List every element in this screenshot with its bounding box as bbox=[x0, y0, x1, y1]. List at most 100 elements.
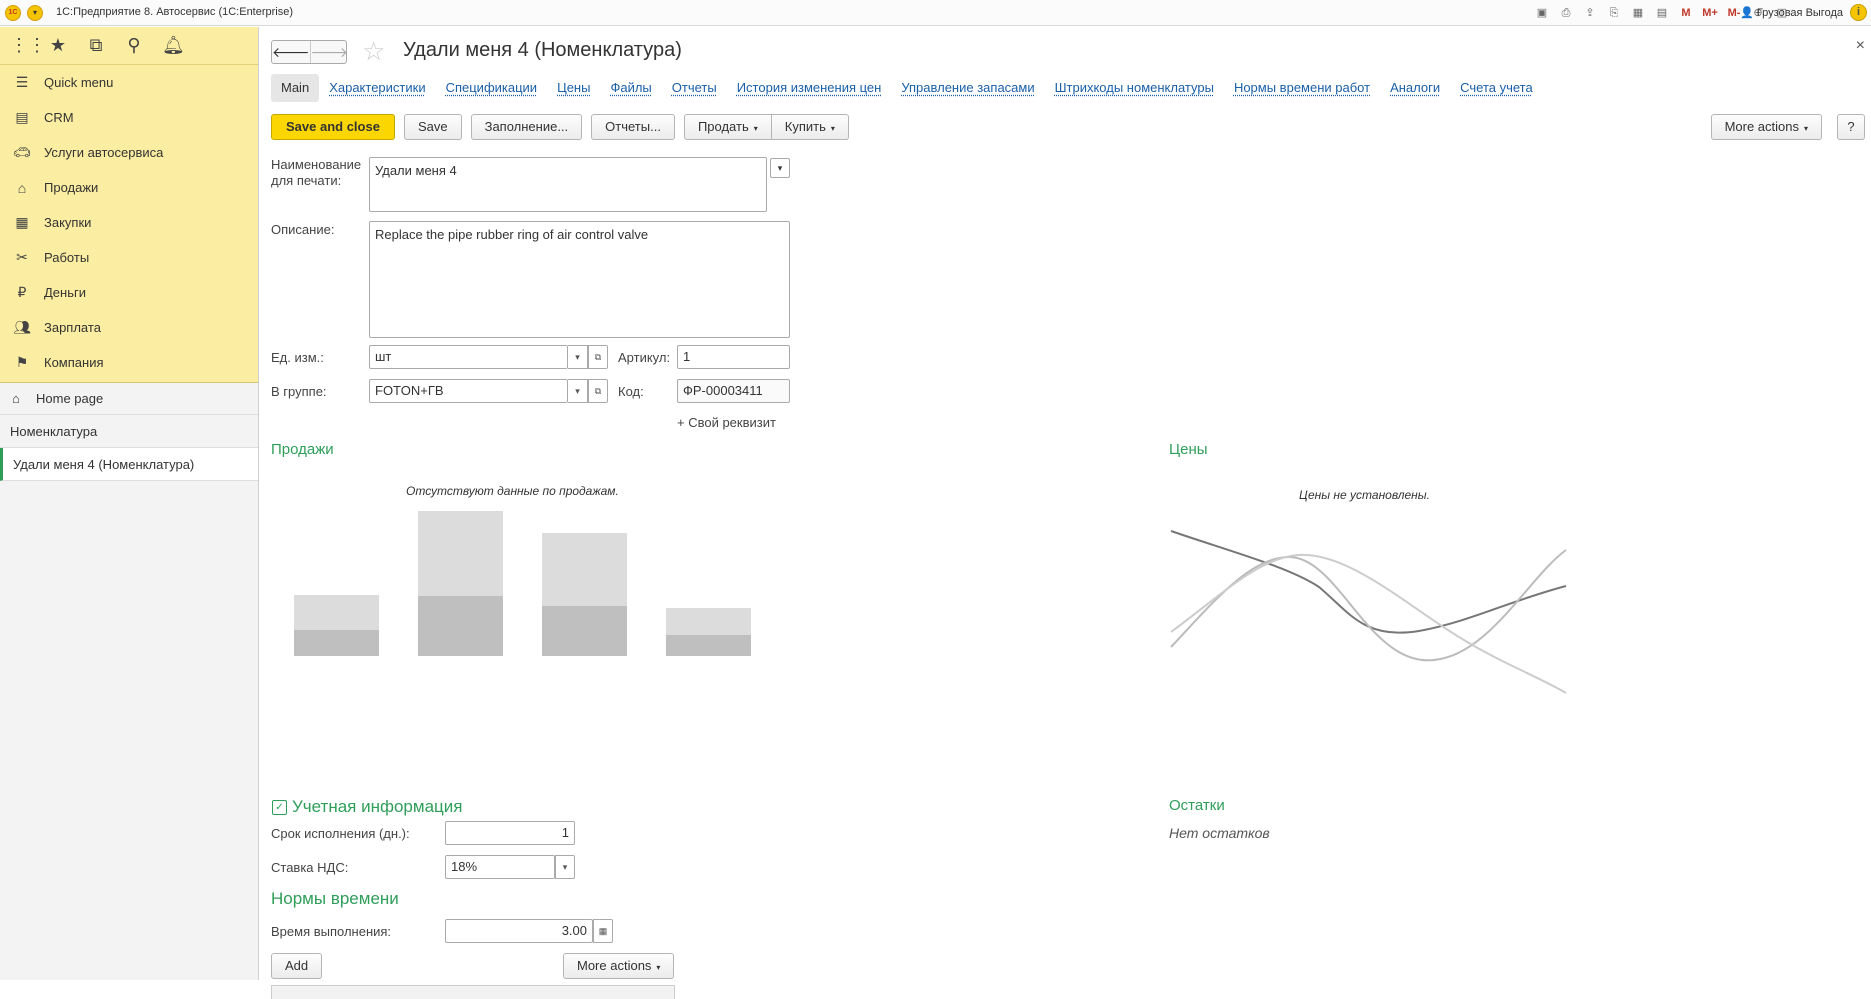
sidebar-item-label: Зарплата bbox=[44, 320, 101, 335]
print-name-field[interactable]: Удали меня 4 bbox=[369, 157, 767, 212]
sales-section-title: Продажи bbox=[271, 441, 334, 458]
bar-1-bottom bbox=[294, 630, 379, 656]
nav-buttons: 🡐 🡒 bbox=[271, 40, 348, 64]
favorite-star-icon[interactable]: ☆ bbox=[362, 36, 385, 67]
people-icon: 👥︎ bbox=[13, 319, 31, 335]
group-open-icon[interactable]: ⧉ bbox=[588, 379, 608, 403]
code-field[interactable]: ФР-00003411 bbox=[677, 379, 790, 403]
sidebar-item-salary[interactable]: 👥︎ Зарплата bbox=[0, 310, 258, 345]
time-norms-more-actions-button[interactable]: More actions ▾ bbox=[563, 953, 675, 979]
group-field[interactable]: FOTON+ГВ bbox=[369, 379, 568, 403]
save-and-close-button[interactable]: Save and close bbox=[271, 114, 395, 140]
sidebar-item-label: Закупки bbox=[44, 215, 92, 230]
description-label: Описание: bbox=[271, 222, 335, 237]
sidebar: ⋮⋮ ★ ⧉ ⚲ 🔔︎ ☰ Quick menu ▤ CRM 🚗︎ Услуги ав… bbox=[0, 27, 259, 980]
history-icon[interactable]: ⧉ bbox=[86, 35, 106, 56]
user-name[interactable]: 👤 Грузовая Выгода bbox=[1740, 6, 1843, 19]
fill-button[interactable]: Заполнение... bbox=[470, 114, 583, 140]
chevron-down-icon: ▾ bbox=[1803, 124, 1808, 133]
forward-arrow-icon[interactable]: 🡒 bbox=[309, 41, 348, 63]
calendar-icon[interactable]: ▤ bbox=[1653, 4, 1671, 22]
sidebar-item-money[interactable]: ₽ Деньги bbox=[0, 275, 258, 310]
unit-dropdown-icon[interactable]: ▾ bbox=[568, 345, 588, 369]
tab-analogs[interactable]: Аналоги bbox=[1380, 74, 1450, 102]
sidebar-item-works[interactable]: ✂ Работы bbox=[0, 240, 258, 275]
tab-main[interactable]: Main bbox=[271, 74, 320, 102]
print-icon[interactable]: ⎙ bbox=[1557, 4, 1575, 22]
tab-specifications[interactable]: Спецификации bbox=[436, 74, 548, 102]
bar-2-bottom bbox=[418, 596, 503, 656]
tab-barcodes[interactable]: Штрихкоды номенклатуры bbox=[1045, 74, 1224, 102]
article-field[interactable]: 1 bbox=[677, 345, 790, 369]
sidebar-opened-current[interactable]: Удали меня 4 (Номенклатура) bbox=[0, 448, 258, 481]
sidebar-item-company[interactable]: ⚑ Компания bbox=[0, 345, 258, 380]
help-button[interactable]: ? bbox=[1837, 114, 1865, 140]
print-name-dropdown-icon[interactable]: ▾ bbox=[770, 158, 790, 178]
tab-reports[interactable]: Отчеты bbox=[662, 74, 727, 102]
sell-label: Продать bbox=[697, 119, 749, 134]
tab-price-history[interactable]: История изменения цен bbox=[727, 74, 892, 102]
chevron-down-icon: ▾ bbox=[656, 963, 661, 972]
home-label: Home page bbox=[36, 391, 104, 406]
time-norms-title: Нормы времени bbox=[271, 889, 399, 908]
accounting-section-title[interactable]: Учетная информация bbox=[292, 797, 462, 817]
shop-icon: ⌂ bbox=[17, 179, 27, 196]
add-button[interactable]: Add bbox=[271, 953, 323, 979]
sidebar-item-label: Работы bbox=[44, 250, 90, 265]
time-field[interactable]: 3.00 bbox=[445, 919, 593, 943]
calculator-icon[interactable]: ▦ bbox=[593, 919, 613, 943]
more-actions-button[interactable]: More actions ▾ bbox=[1710, 114, 1822, 140]
sidebar-item-crm[interactable]: ▤ CRM bbox=[0, 100, 258, 135]
info-icon[interactable]: i bbox=[1850, 4, 1867, 21]
unit-open-icon[interactable]: ⧉ bbox=[588, 345, 608, 369]
buy-label: Купить bbox=[784, 119, 826, 134]
favorites-star-icon[interactable]: ★ bbox=[48, 35, 68, 56]
apps-grid-icon[interactable]: ⋮⋮ bbox=[10, 35, 46, 56]
tab-accounts[interactable]: Счета учета bbox=[1450, 74, 1543, 102]
tab-files[interactable]: Файлы bbox=[600, 74, 661, 102]
unit-field[interactable]: шт bbox=[369, 345, 568, 369]
description-field[interactable]: Replace the pipe rubber ring of air cont… bbox=[369, 221, 790, 338]
bar-3-top bbox=[542, 533, 627, 606]
save-button[interactable]: Save bbox=[403, 114, 462, 140]
sidebar-home-page[interactable]: ⌂ Home page bbox=[0, 382, 258, 415]
sidebar-toolbar: ⋮⋮ ★ ⧉ ⚲ 🔔︎ bbox=[0, 27, 258, 65]
sidebar-item-sales[interactable]: ⌂ Продажи bbox=[0, 170, 258, 205]
search-icon[interactable]: ⚲ bbox=[124, 35, 144, 56]
close-icon[interactable]: × bbox=[1856, 37, 1865, 55]
reports-button[interactable]: Отчеты... bbox=[591, 114, 675, 140]
memory-m-plus-button[interactable]: M+ bbox=[1701, 4, 1719, 22]
tab-time-norms[interactable]: Нормы времени работ bbox=[1224, 74, 1380, 102]
buy-button[interactable]: Купить ▾ bbox=[771, 114, 849, 140]
print-preview-icon[interactable]: ⎘ bbox=[1605, 4, 1623, 22]
save-icon[interactable]: ▣ bbox=[1533, 4, 1551, 22]
sidebar-opened-nomenclature[interactable]: Номенклатура bbox=[0, 415, 258, 448]
app-logo-icon[interactable]: 1С bbox=[5, 5, 21, 21]
memory-m-button[interactable]: M bbox=[1677, 4, 1695, 22]
tab-prices[interactable]: Цены bbox=[547, 74, 600, 102]
collapse-toggle-icon[interactable]: ✓ bbox=[272, 800, 287, 815]
sell-button[interactable]: Продать ▾ bbox=[683, 114, 772, 140]
main-menu-dropdown-icon[interactable]: ▾ bbox=[27, 5, 43, 21]
sidebar-item-quick-menu[interactable]: ☰ Quick menu bbox=[0, 65, 258, 100]
term-field[interactable]: 1 bbox=[445, 821, 575, 845]
vat-dropdown-icon[interactable]: ▾ bbox=[555, 855, 575, 879]
sidebar-item-label: CRM bbox=[44, 110, 74, 125]
calculator-icon[interactable]: ▦ bbox=[1629, 4, 1647, 22]
add-attribute-link[interactable]: + Свой реквизит bbox=[677, 415, 776, 430]
command-bar: Save and close Save Заполнение... Отчеты… bbox=[271, 114, 849, 140]
form-title: Удали меня 4 (Номенклатура) bbox=[403, 39, 682, 61]
price-line-1 bbox=[1170, 530, 1567, 634]
app-title: 1С:Предприятие 8. Автосервис (1С:Enterpr… bbox=[56, 6, 294, 18]
group-dropdown-icon[interactable]: ▾ bbox=[568, 379, 588, 403]
upload-icon[interactable]: ⇪ bbox=[1581, 4, 1599, 22]
back-arrow-icon[interactable]: 🡐 bbox=[272, 41, 310, 63]
sidebar-item-purchases[interactable]: ▦ Закупки bbox=[0, 205, 258, 240]
tab-inventory[interactable]: Управление запасами bbox=[891, 74, 1044, 102]
bell-icon[interactable]: 🔔︎ bbox=[162, 35, 185, 56]
sidebar-item-car-service[interactable]: 🚗︎ Услуги автосервиса bbox=[0, 135, 258, 170]
tab-characteristics[interactable]: Характеристики bbox=[319, 74, 435, 102]
form-tabs: Main Характеристики Спецификации Цены Фа… bbox=[271, 74, 1543, 102]
sidebar-item-label: Quick menu bbox=[44, 75, 114, 90]
vat-field[interactable]: 18% bbox=[445, 855, 555, 879]
